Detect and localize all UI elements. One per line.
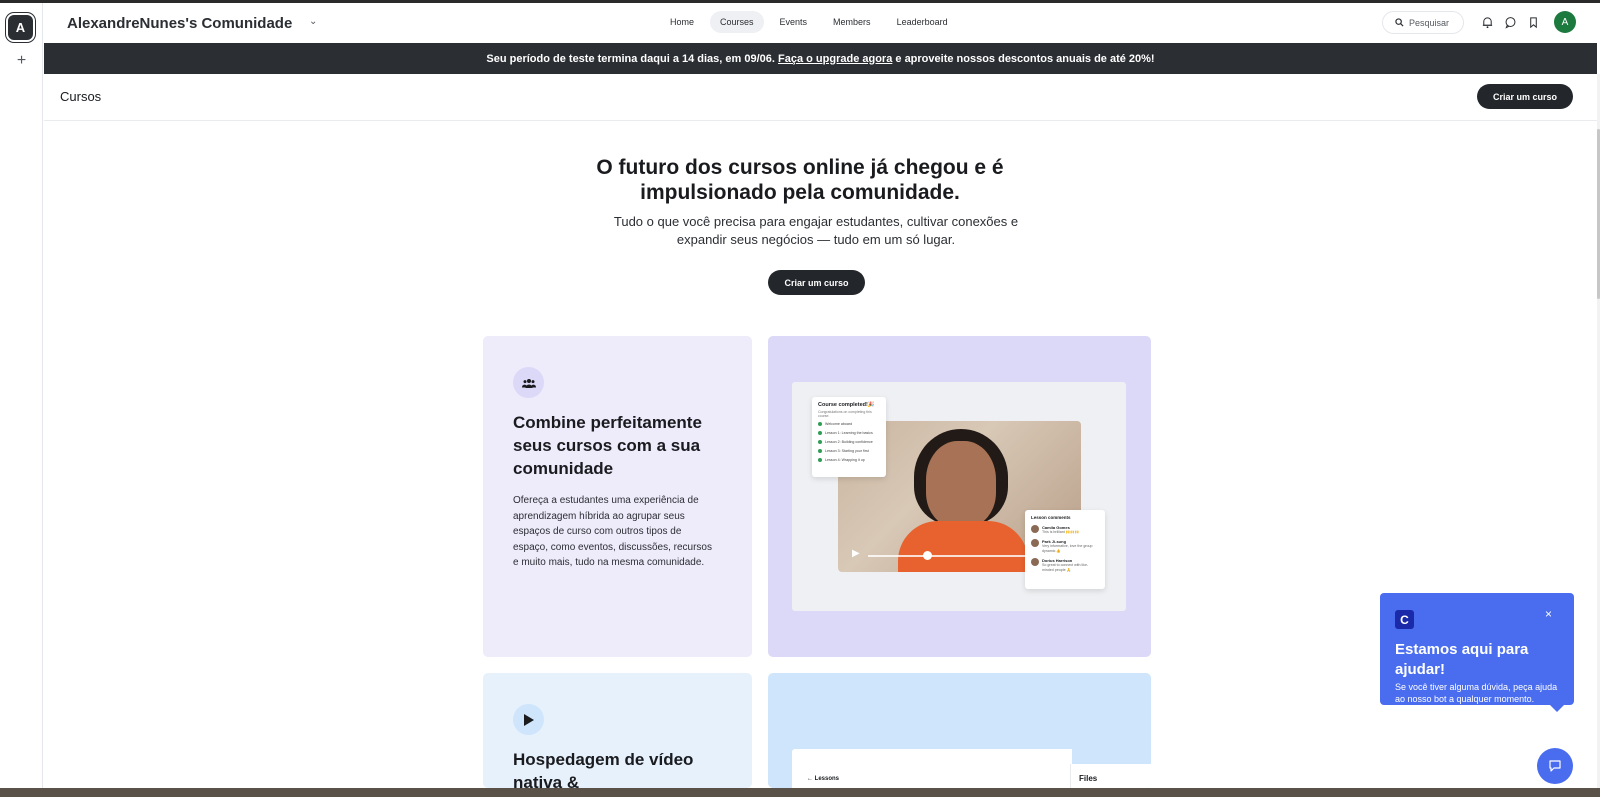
lessons-label: ← Lessons [807, 776, 840, 782]
trial-banner: Seu período de teste termina daqui a 14 … [44, 43, 1597, 74]
nav-leaderboard[interactable]: Leaderboard [887, 11, 958, 33]
course-video-mockup: ▶ Course completed!🎉 Congratulations on … [792, 382, 1126, 611]
top-header: AlexandreNunes's Comunidade ⌄ Home Cours… [44, 3, 1600, 43]
feature-illustration-card: ← Lessons Files [768, 673, 1151, 788]
comments-title: Lesson comments [1031, 515, 1071, 520]
check-icon [818, 422, 822, 426]
bell-icon[interactable] [1481, 16, 1494, 29]
user-avatar[interactable]: A [1554, 11, 1576, 33]
open-chat-button[interactable] [1537, 748, 1573, 784]
lessons-label-text: Lessons [814, 776, 840, 782]
bottom-edge [0, 788, 1600, 797]
upgrade-link[interactable]: Faça o upgrade agora [778, 53, 892, 65]
hero-create-course-button[interactable]: Criar um curso [768, 270, 865, 295]
files-label: Files [1079, 774, 1098, 783]
add-community-button[interactable]: + [13, 52, 30, 69]
lesson-label: Lesson 1: Learning the basics [825, 431, 873, 435]
bookmark-icon[interactable] [1527, 16, 1540, 29]
person-face [926, 441, 996, 527]
avatar [1031, 539, 1039, 548]
lesson-item: Lesson 1: Learning the basics [818, 431, 880, 435]
main-nav: Home Courses Events Members Leaderboard [660, 11, 958, 33]
completed-title: Course completed!🎉 [818, 402, 875, 408]
feature-title: Combine perfeitamente seus cursos com a … [513, 413, 702, 478]
person-body [898, 521, 1028, 572]
check-icon [818, 431, 822, 435]
avatar [1031, 558, 1039, 567]
feature-illustration-card: ▶ Course completed!🎉 Congratulations on … [768, 336, 1151, 657]
comment-text: Very informative, love the group dynamic… [1042, 544, 1093, 553]
video-progress-handle [923, 551, 932, 560]
search-input[interactable]: Pesquisar [1382, 11, 1464, 34]
lesson-item: Lesson 4: Wrapping it up [818, 458, 880, 462]
lesson-item: Lesson 3: Starting your first [818, 449, 880, 453]
comment-text: So great to connect with like-minded peo… [1042, 563, 1089, 572]
lesson-label: Lesson 3: Starting your first [825, 449, 869, 453]
hero-title: O futuro dos cursos online já chegou e é… [596, 156, 1004, 204]
chat-icon [1549, 760, 1561, 772]
lesson-label: Lesson 4: Wrapping it up [825, 458, 865, 462]
comment: Park Ji-sung Very informative, love the g… [1031, 539, 1099, 553]
check-icon [818, 458, 822, 462]
lesson-comments-panel: Lesson comments Camila Gomes This is bril… [1025, 510, 1105, 589]
search-placeholder: Pesquisar [1409, 17, 1450, 28]
page-title: Cursos [60, 89, 102, 104]
comment: Camila Gomes This is brilliant 🙌🙌🙌 [1031, 525, 1099, 534]
completed-subtitle: Congratulations on completing this cours… [818, 410, 872, 418]
banner-text-before: Seu período de teste termina daqui a 14 … [486, 52, 775, 65]
create-course-button[interactable]: Criar um curso [1477, 84, 1573, 109]
comment: Dorius Harrison So great to connect with … [1031, 558, 1099, 572]
close-icon[interactable]: × [1545, 607, 1552, 621]
course-completed-panel: Course completed!🎉 Congratulations on co… [812, 397, 886, 477]
feature-title: Hospedagem de vídeo nativa & [513, 750, 694, 788]
community-switcher-avatar[interactable]: A [8, 15, 33, 40]
lesson-item: Welcome aboard [818, 422, 880, 426]
lesson-label: Lesson 2: Building confidence [825, 440, 873, 444]
lesson-item: Lesson 2: Building confidence [818, 440, 880, 444]
play-icon: ▶ [852, 548, 860, 559]
community-name[interactable]: AlexandreNunes's Comunidade [67, 15, 292, 32]
check-icon [818, 449, 822, 453]
people-icon [513, 367, 544, 398]
feature-card-video-hosting: Hospedagem de vídeo nativa & [483, 673, 752, 788]
banner-text-after: e aproveite nossos descontos anuais de a… [895, 52, 1155, 65]
feature-description: Ofereça a estudantes uma experiência de … [513, 495, 712, 568]
play-icon [513, 704, 544, 735]
help-text: Se você tiver alguma dúvida, peça ajuda … [1395, 682, 1558, 704]
page-header: Cursos Criar um curso [44, 74, 1597, 121]
lesson-label: Welcome aboard [825, 422, 853, 426]
feature-card-community: Combine perfeitamente seus cursos com a … [483, 336, 752, 657]
community-rail: A + [0, 3, 43, 788]
nav-events[interactable]: Events [770, 11, 818, 33]
help-popup: C × Estamos aqui para ajudar! Se você ti… [1380, 593, 1574, 712]
avatar [1031, 525, 1039, 533]
comment-text: This is brilliant 🙌🙌🙌 [1042, 530, 1080, 534]
chat-bubble-icon[interactable] [1504, 16, 1517, 29]
lessons-mockup-panel: ← Lessons [792, 749, 1072, 788]
nav-home[interactable]: Home [660, 11, 704, 33]
check-icon [818, 440, 822, 444]
files-mockup-panel: Files [1070, 764, 1151, 788]
circle-logo-icon: C [1395, 610, 1414, 629]
search-icon [1395, 18, 1404, 27]
chevron-down-icon[interactable]: ⌄ [309, 16, 317, 27]
help-title: Estamos aqui para ajudar! [1395, 641, 1529, 678]
nav-members[interactable]: Members [823, 11, 881, 33]
nav-courses[interactable]: Courses [710, 11, 764, 33]
hero-subtitle: Tudo o que você precisa para engajar est… [613, 214, 1019, 247]
